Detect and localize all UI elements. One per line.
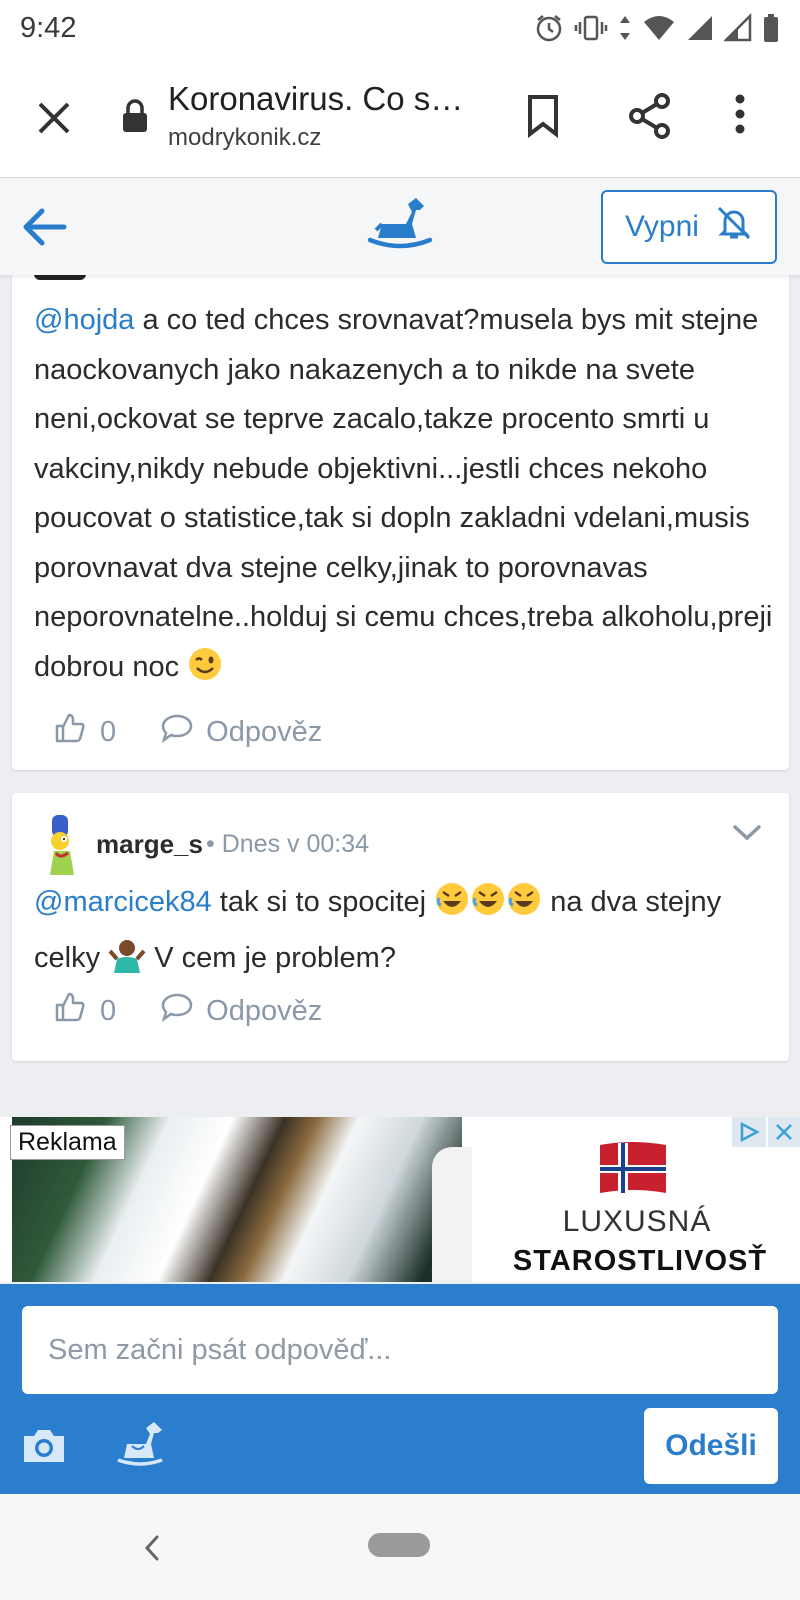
comment-meta: • Dnes v 00:34 bbox=[206, 830, 369, 859]
comment-card: marge_s • Dnes v 00:34 @marcicek84 tak s… bbox=[12, 793, 789, 1061]
winking-face-emoji bbox=[187, 646, 223, 699]
more-vert-icon[interactable] bbox=[734, 94, 746, 139]
comment-author[interactable]: marge_s bbox=[96, 829, 203, 860]
system-nav-bar bbox=[0, 1494, 800, 1600]
data-arrows-icon bbox=[618, 13, 632, 43]
comment-text: @hojda a co ted chces srovnavat?musela b… bbox=[34, 296, 774, 698]
comment-text: @marcicek84 tak si to spocitej na dva st… bbox=[34, 877, 774, 989]
ad-subheadline: STAROSTLIVOSŤ bbox=[512, 1245, 768, 1277]
close-icon[interactable] bbox=[30, 94, 78, 142]
status-icons bbox=[534, 13, 780, 43]
page-domain: modrykonik.cz bbox=[168, 124, 322, 151]
reply-button[interactable]: Odpověz bbox=[160, 713, 322, 751]
alarm-icon bbox=[534, 13, 564, 43]
signal-icon bbox=[724, 13, 752, 43]
reply-label: Odpověz bbox=[206, 994, 323, 1027]
mention-link[interactable]: @hojda bbox=[34, 304, 134, 336]
reply-button[interactable]: Odpověz bbox=[160, 992, 322, 1030]
browser-toolbar: Koronavirus. Co s… modrykonik.cz bbox=[0, 56, 800, 178]
mention-link[interactable]: @marcicek84 bbox=[34, 886, 212, 918]
comment-body: a co ted chces srovnavat?musela bys mit … bbox=[34, 304, 773, 683]
camera-icon[interactable] bbox=[20, 1426, 68, 1471]
clock: 9:42 bbox=[20, 11, 77, 44]
comment-body-part1: tak si to spocitej bbox=[211, 886, 435, 918]
page-title: Koronavirus. Co s… bbox=[168, 80, 464, 117]
ad-headline: LUXUSNÁ bbox=[562, 1205, 712, 1238]
url-bar[interactable]: Koronavirus. Co s… modrykonik.cz bbox=[168, 80, 498, 152]
like-button[interactable]: 0 bbox=[54, 991, 116, 1031]
thumbs-up-icon bbox=[54, 712, 86, 752]
bookmark-icon[interactable] bbox=[526, 94, 560, 143]
chevron-down-icon[interactable] bbox=[732, 823, 762, 848]
speech-bubble-icon bbox=[160, 992, 194, 1030]
signal-icon bbox=[686, 13, 714, 43]
home-pill[interactable] bbox=[368, 1533, 430, 1557]
norway-flag bbox=[598, 1139, 668, 1204]
wifi-icon bbox=[642, 13, 676, 43]
ad-badge: Reklama bbox=[10, 1125, 125, 1160]
comment-actions: 0 Odpověz bbox=[54, 991, 322, 1031]
meta-separator: • bbox=[206, 830, 215, 858]
avatar[interactable] bbox=[40, 815, 84, 877]
reply-composer: Odešli bbox=[0, 1284, 800, 1494]
adchoices-icon[interactable] bbox=[732, 1117, 766, 1147]
back-arrow-icon[interactable] bbox=[20, 202, 70, 257]
bell-off-icon bbox=[715, 204, 753, 250]
comment-body-part3: V cem je problem? bbox=[146, 942, 396, 974]
comment-card: @hojda a co ted chces srovnavat?musela b… bbox=[12, 260, 789, 770]
close-ad-icon[interactable] bbox=[768, 1117, 800, 1147]
horse-sticker-icon[interactable] bbox=[114, 1420, 166, 1471]
shrug-emoji bbox=[108, 937, 146, 989]
ad-banner[interactable]: Reklama LUXUSNÁ STAROSTLIVOSŤ bbox=[0, 1117, 800, 1282]
share-icon[interactable] bbox=[628, 92, 672, 145]
speech-bubble-icon bbox=[160, 713, 194, 751]
mute-button-label: Vypni bbox=[625, 210, 699, 243]
like-button[interactable]: 0 bbox=[54, 712, 116, 752]
lock-icon bbox=[120, 98, 150, 139]
rocking-horse-logo[interactable] bbox=[366, 194, 434, 257]
reply-input[interactable] bbox=[22, 1306, 778, 1394]
site-header: Vypni bbox=[0, 178, 800, 275]
rolling-laughing-emoji bbox=[434, 881, 470, 933]
reply-label: Odpověz bbox=[206, 715, 323, 748]
ad-image-bottle bbox=[432, 1147, 472, 1282]
like-count: 0 bbox=[100, 994, 117, 1027]
rolling-laughing-emoji bbox=[506, 881, 542, 933]
comment-timestamp: Dnes v 00:34 bbox=[221, 830, 370, 858]
comment-actions: 0 Odpověz bbox=[54, 712, 322, 752]
status-bar: 9:42 bbox=[0, 0, 800, 56]
like-count: 0 bbox=[100, 715, 117, 748]
mute-notifications-button[interactable]: Vypni bbox=[601, 190, 777, 264]
rolling-laughing-emoji bbox=[470, 881, 506, 933]
send-button[interactable]: Odešli bbox=[644, 1408, 778, 1484]
battery-icon bbox=[762, 13, 780, 43]
vibrate-icon bbox=[574, 13, 608, 43]
nav-back-icon[interactable] bbox=[144, 1534, 160, 1567]
thumbs-up-icon bbox=[54, 991, 86, 1031]
